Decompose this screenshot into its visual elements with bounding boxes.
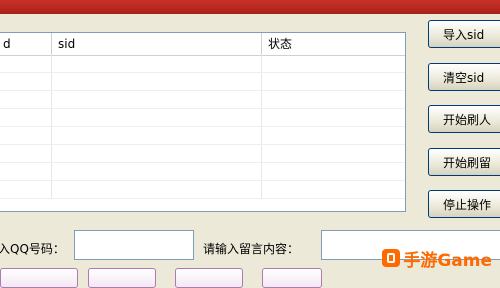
stop-operation-button[interactable]: 停止操作 xyxy=(428,190,500,218)
list-row xyxy=(0,109,405,127)
import-sid-button[interactable]: 导入sid xyxy=(428,20,500,48)
list-header: d sid 状态 xyxy=(0,33,405,56)
list-row xyxy=(0,127,405,145)
title-bar xyxy=(0,0,500,14)
column-header-status[interactable]: 状态 xyxy=(262,33,405,55)
list-body xyxy=(0,55,405,211)
list-row xyxy=(0,181,405,199)
window-title xyxy=(0,1,4,12)
list-row xyxy=(0,91,405,109)
list-row xyxy=(0,73,405,91)
start-brush-people-button[interactable]: 开始刷人 xyxy=(428,105,500,133)
sid-list[interactable]: d sid 状态 xyxy=(0,32,406,212)
list-row xyxy=(0,145,405,163)
watermark-text: 手游Game xyxy=(403,250,492,271)
bottom-button-3[interactable] xyxy=(175,268,243,288)
bottom-button-4[interactable] xyxy=(262,268,322,288)
bottom-button-2[interactable] xyxy=(88,268,156,288)
qq-label: 入QQ号码： xyxy=(0,242,65,256)
gamepad-icon xyxy=(382,249,401,267)
clear-sid-button[interactable]: 清空sid xyxy=(428,63,500,91)
list-row xyxy=(0,163,405,181)
message-label: 请输入留言内容： xyxy=(203,242,300,256)
bottom-button-1[interactable] xyxy=(0,268,78,288)
list-row xyxy=(0,55,405,73)
qq-input[interactable] xyxy=(74,230,194,260)
watermark: 手游Game xyxy=(382,247,492,271)
column-header-id[interactable]: d xyxy=(0,33,52,55)
start-brush-message-button[interactable]: 开始刷留 xyxy=(428,148,500,176)
column-header-sid[interactable]: sid xyxy=(52,33,262,55)
